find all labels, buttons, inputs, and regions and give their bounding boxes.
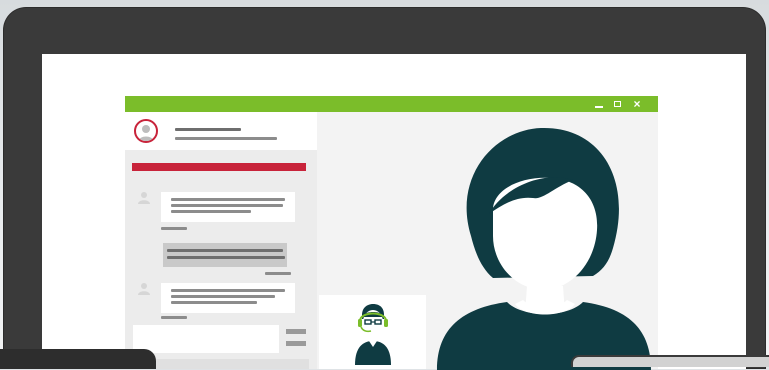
- close-button[interactable]: ×: [629, 96, 645, 112]
- message-input[interactable]: [133, 325, 279, 353]
- alert-banner[interactable]: [132, 163, 306, 171]
- minimize-icon: [595, 106, 603, 108]
- message-text-line: [167, 256, 285, 259]
- video-chat-window: ×: [125, 96, 658, 370]
- message-text-line: [167, 249, 283, 252]
- message-bubble-outgoing: [163, 243, 287, 267]
- window-titlebar[interactable]: ×: [125, 96, 658, 112]
- message-timestamp-placeholder: [161, 227, 187, 230]
- message-text-line: [171, 198, 285, 201]
- self-video-preview[interactable]: [319, 295, 426, 369]
- dock-panel-left: [0, 349, 156, 369]
- message-bubble-incoming: [161, 192, 295, 222]
- maximize-icon: [613, 101, 621, 107]
- laptop-screen: ×: [42, 54, 746, 370]
- message-timestamp-placeholder: [265, 272, 291, 275]
- person-silhouette-icon: [437, 127, 651, 370]
- message-text-line: [171, 289, 285, 292]
- message-text-line: [171, 295, 275, 298]
- contact-status-placeholder: [175, 137, 277, 140]
- send-button[interactable]: [286, 329, 306, 334]
- attach-button[interactable]: [286, 341, 306, 346]
- user-silhouette-icon: [138, 192, 150, 204]
- contact-header[interactable]: [125, 112, 317, 150]
- close-icon: ×: [633, 97, 641, 111]
- message-text-line: [171, 204, 283, 207]
- dock-panel-right: [571, 355, 769, 367]
- contact-name-placeholder: [175, 128, 241, 131]
- user-avatar-icon: [134, 119, 158, 143]
- message-bubble-incoming: [161, 283, 295, 313]
- support-agent-headset-icon: [355, 304, 391, 365]
- user-silhouette-icon: [138, 283, 150, 295]
- laptop-bezel: ×: [4, 8, 765, 370]
- message-text-line: [171, 301, 257, 304]
- video-call-area[interactable]: [317, 112, 658, 370]
- message-text-line: [171, 210, 251, 213]
- message-timestamp-placeholder: [161, 316, 187, 319]
- chat-sidebar: [125, 112, 317, 369]
- minimize-button[interactable]: [591, 96, 607, 112]
- maximize-button[interactable]: [609, 96, 625, 112]
